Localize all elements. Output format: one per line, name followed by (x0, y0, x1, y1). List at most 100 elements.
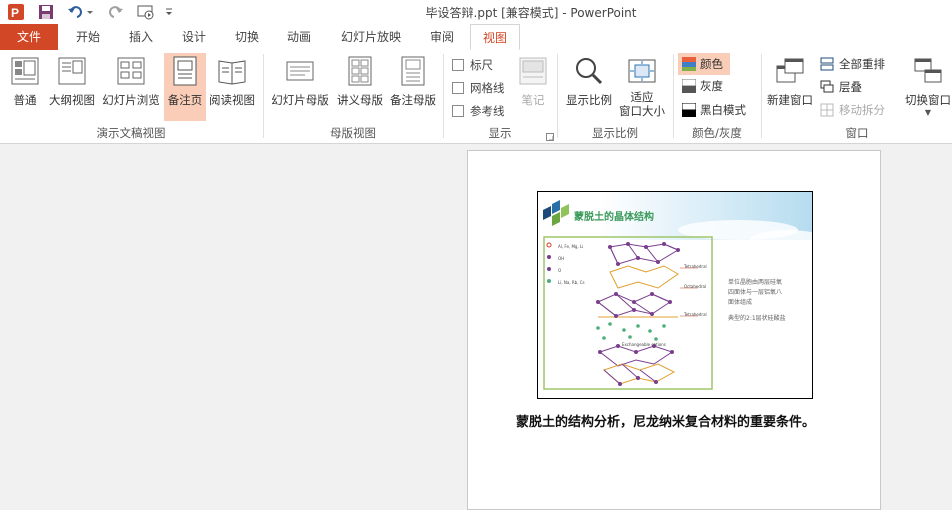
notes-pane-label: 笔记 (521, 93, 545, 107)
dropdown-arrow-icon: ▼ (924, 108, 932, 117)
group-label-window: 窗口 (845, 126, 869, 140)
normal-view-icon (11, 57, 39, 85)
tab-slideshow[interactable]: 幻灯片放映 (330, 24, 412, 50)
switch-window-button[interactable]: 切换窗口 ▼ (902, 56, 952, 117)
slide-master-button[interactable]: 幻灯片母版 (268, 56, 332, 108)
notes-master-icon (401, 56, 425, 86)
group-label-presentation-views: 演示文稿视图 (96, 126, 166, 140)
arrange-all-icon (820, 57, 834, 71)
notes-master-button[interactable]: 备注母版 (387, 56, 439, 108)
cascade-icon (820, 80, 834, 93)
zoom-label: 显示比例 (566, 93, 612, 107)
fit-label-2: 窗口大小 (619, 104, 665, 118)
tab-view[interactable]: 视图 (470, 24, 520, 50)
move-split-button[interactable]: 移动拆分 (820, 102, 885, 118)
magnifier-icon (576, 58, 603, 85)
group-label-zoom: 显示比例 (592, 126, 638, 140)
handout-master-icon (348, 56, 372, 86)
slide-sorter-label: 幻灯片浏览 (102, 93, 160, 107)
new-window-button[interactable]: 新建窗口 (764, 56, 816, 108)
tab-review[interactable]: 审阅 (418, 24, 466, 50)
checkbox-box (452, 82, 464, 94)
color-swatch-icon (682, 57, 696, 71)
reading-view-label: 阅读视图 (209, 93, 255, 107)
tab-design[interactable]: 设计 (170, 24, 218, 50)
reading-view-button[interactable]: 阅读视图 (207, 56, 257, 108)
ribbon-view: 普通 大纲视图 幻灯片浏览 备注页 阅读视图 演示文稿视图 幻灯片母版 讲义母版… (0, 50, 952, 144)
window-title: 毕设答辩.ppt [兼容模式] - PowerPoint (425, 6, 637, 20)
dialog-launcher-icon[interactable] (546, 130, 554, 144)
notes-text[interactable]: 蒙脱土的结构分析，尼龙纳米复合材料的重要条件。 (516, 413, 836, 433)
checkbox-box (452, 59, 464, 71)
slide-text-line: 四面体与一层铝氧八 (728, 289, 783, 296)
grayscale-swatch-icon (682, 79, 696, 93)
color-mode-button[interactable]: 颜色 (678, 53, 730, 75)
guides-checkbox[interactable]: 参考线 (452, 103, 505, 119)
slide-text-line: 典型的2:1层状硅酸盐 (728, 315, 786, 322)
zoom-button[interactable]: 显示比例 (562, 56, 616, 108)
grayscale-mode-button[interactable]: 灰度 (678, 78, 723, 94)
legend-item: Li, Na, Rb, Cs (558, 280, 585, 285)
tab-file[interactable]: 文件 (0, 24, 58, 50)
black-white-mode-label: 黑白模式 (700, 103, 746, 117)
checkbox-box (452, 105, 464, 117)
outline-view-button[interactable]: 大纲视图 (46, 56, 98, 108)
group-label-color: 颜色/灰度 (692, 126, 742, 140)
ruler-checkbox[interactable]: 标尺 (452, 57, 493, 73)
fit-to-window-icon (628, 59, 656, 83)
fit-to-window-button[interactable]: 适应 窗口大小 (616, 56, 668, 118)
gridlines-checkbox[interactable]: 网格线 (452, 80, 505, 96)
slide-thumbnail[interactable]: 蒙脱土的晶体结构 Al, Fe, Mg, Li OH O Li, Na, Rb,… (537, 191, 813, 399)
slide-legend: Al, Fe, Mg, Li OH O Li, Na, Rb, Cs (558, 241, 585, 289)
legend-item: O (558, 268, 562, 273)
group-label-show: 显示 (488, 126, 512, 140)
switch-window-icon (914, 58, 942, 83)
move-split-icon (820, 103, 834, 117)
black-white-swatch-icon (682, 103, 696, 117)
arrange-all-label: 全部重排 (839, 57, 885, 71)
slide-text-line: 单位晶胞由两层硅氧 (728, 279, 783, 286)
slide-master-label: 幻灯片母版 (271, 93, 329, 107)
cascade-label: 层叠 (839, 80, 862, 94)
slide-text: 单位晶胞由两层硅氧 四面体与一层铝氧八 面体组成 典型的2:1层状硅酸盐 (728, 278, 812, 324)
exchange-label: Exchangeable cations (622, 342, 666, 347)
legend-item: Al, Fe, Mg, Li (558, 244, 584, 249)
ribbon-tabs: 文件 开始 插入 设计 切换 动画 幻灯片放映 审阅 视图 (0, 24, 952, 51)
handout-master-button[interactable]: 讲义母版 (334, 56, 386, 108)
tab-home[interactable]: 开始 (64, 24, 112, 50)
grayscale-mode-label: 灰度 (700, 79, 723, 93)
slide-text-line: 面体组成 (728, 299, 753, 306)
handout-master-label: 讲义母版 (337, 93, 383, 107)
normal-view-label: 普通 (13, 93, 37, 107)
tab-insert[interactable]: 插入 (118, 24, 164, 50)
slide-title: 蒙脱土的晶体结构 (574, 212, 654, 223)
title-bar: P 毕设答辩.ppt [兼容模式] - PowerPoint (0, 0, 952, 24)
color-mode-label: 颜色 (700, 57, 723, 71)
move-split-label: 移动拆分 (839, 103, 885, 117)
reading-view-icon (218, 60, 246, 85)
notes-pane-button[interactable]: 笔记 (515, 56, 551, 108)
notes-page-button[interactable]: 备注页 (164, 53, 206, 121)
black-white-mode-button[interactable]: 黑白模式 (678, 102, 746, 118)
new-window-icon (776, 58, 804, 83)
new-window-label: 新建窗口 (767, 93, 813, 107)
slide-sorter-icon (117, 57, 145, 85)
arrange-all-button[interactable]: 全部重排 (820, 56, 885, 72)
tab-transitions[interactable]: 切换 (224, 24, 270, 50)
ruler-label: 标尺 (470, 58, 493, 72)
cascade-button[interactable]: 层叠 (820, 79, 862, 95)
legend-item: OH (558, 256, 565, 261)
normal-view-button[interactable]: 普通 (6, 56, 44, 108)
annotation-label: Octahedral (684, 284, 707, 289)
switch-window-label: 切换窗口 (905, 93, 951, 107)
annotation-label: Tetrahedral (684, 312, 707, 317)
tab-animations[interactable]: 动画 (276, 24, 322, 50)
guides-label: 参考线 (470, 104, 505, 118)
notes-page-icon (173, 56, 197, 86)
notes-page-label: 备注页 (167, 93, 203, 107)
slide-sorter-button[interactable]: 幻灯片浏览 (99, 56, 163, 108)
outline-view-icon (58, 57, 86, 85)
notes-master-label: 备注母版 (390, 93, 436, 107)
gridlines-label: 网格线 (470, 81, 505, 95)
annotation-label: Tetrahedral (684, 264, 707, 269)
